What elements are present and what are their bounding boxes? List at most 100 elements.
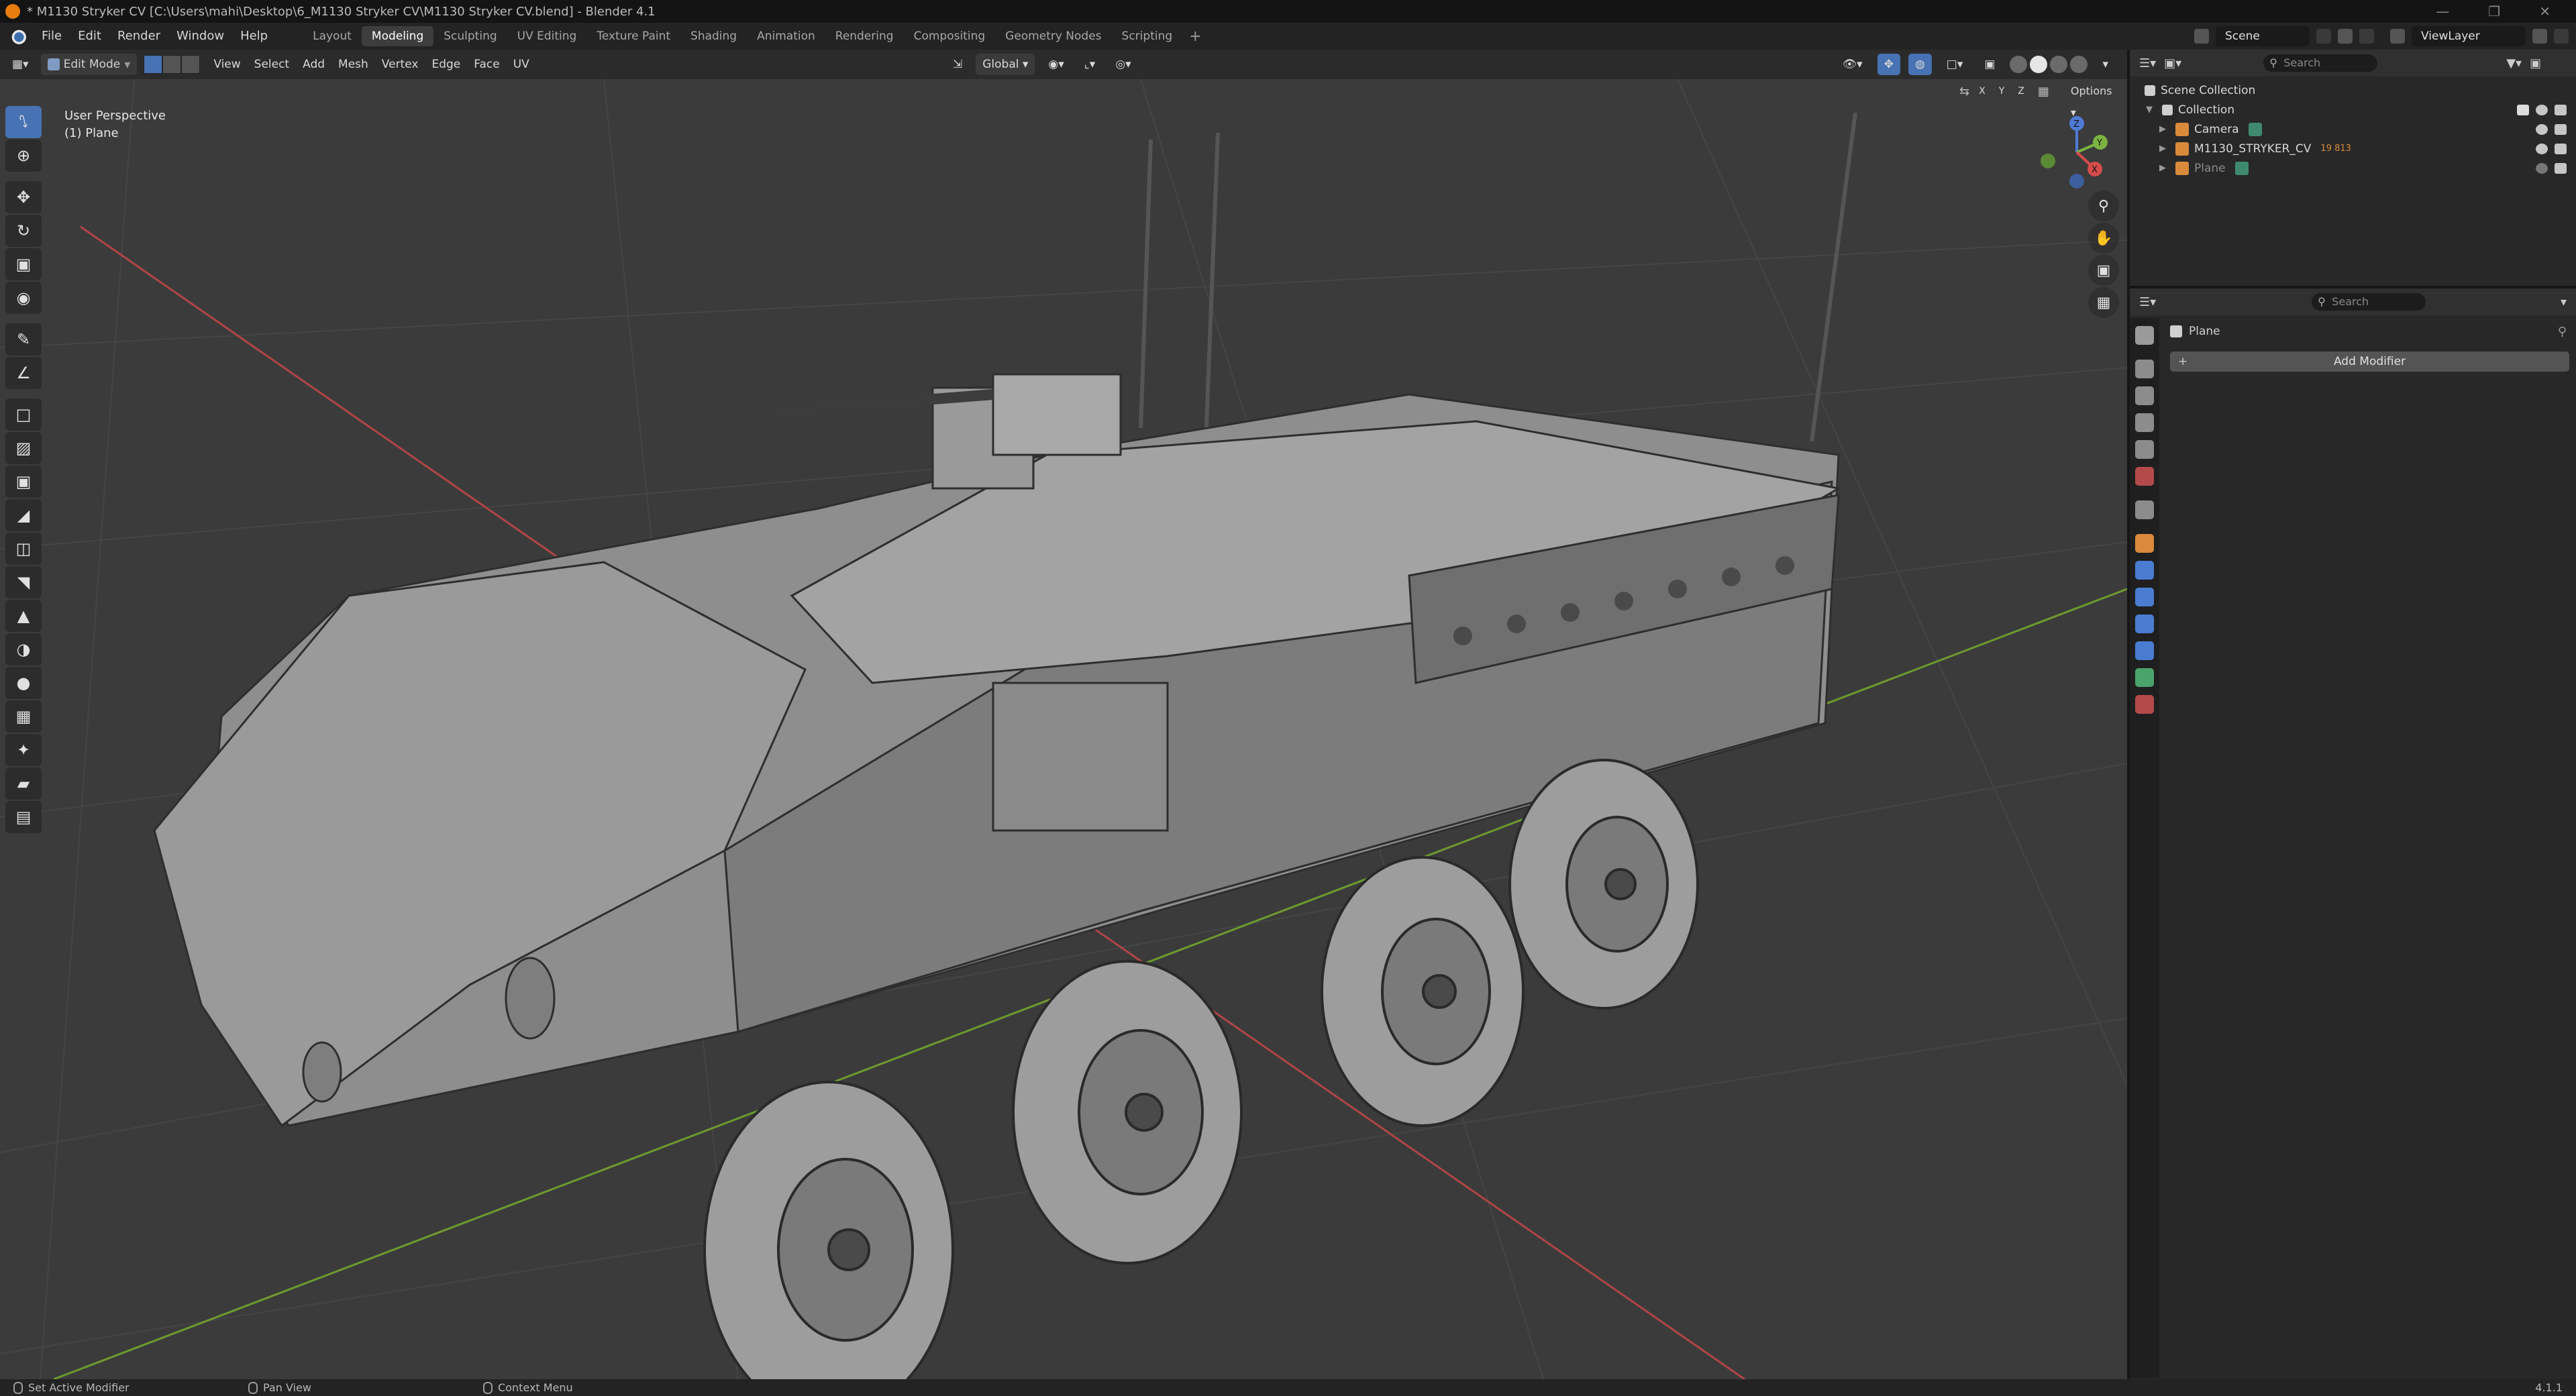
tab-rendering[interactable]: Rendering <box>825 26 904 46</box>
edge-select-icon[interactable] <box>162 55 182 74</box>
loop-cut-tool-icon[interactable]: ◫ <box>5 533 42 565</box>
knife-tool-icon[interactable]: ◥ <box>5 566 42 598</box>
collapse-icon[interactable]: ▼ <box>2146 105 2157 115</box>
options-dropdown[interactable]: Options ▾ <box>2064 80 2127 119</box>
delete-view-layer-icon[interactable] <box>2554 29 2569 44</box>
tab-layout[interactable]: Layout <box>303 26 362 46</box>
outliner-row-stryker[interactable]: ▶ M1130_STRYKER_CV 19 813 <box>2130 139 2576 158</box>
outliner-row-scene-collection[interactable]: Scene Collection <box>2130 80 2576 100</box>
modifier-tab-icon[interactable] <box>2135 561 2154 580</box>
exclude-checkbox[interactable] <box>2517 104 2529 115</box>
add-modifier-button[interactable]: + Add Modifier <box>2170 352 2569 372</box>
camera-render-icon[interactable] <box>2555 123 2567 135</box>
scene-tab-icon[interactable] <box>2135 440 2154 459</box>
editor-type-icon[interactable]: ▦▾ <box>5 54 36 75</box>
cursor-tool-icon[interactable]: ⊕ <box>5 140 42 172</box>
view-layer-selector[interactable]: ViewLayer <box>2412 26 2526 46</box>
properties-search-input[interactable]: ⚲ Search <box>2312 293 2426 311</box>
tool-tab-icon[interactable] <box>2135 326 2154 345</box>
constraints-tab-icon[interactable] <box>2135 641 2154 660</box>
scene-icon[interactable] <box>2194 29 2209 44</box>
solid-shading-icon[interactable] <box>2030 56 2048 73</box>
world-tab-icon[interactable] <box>2135 467 2154 486</box>
wireframe-shading-icon[interactable] <box>2010 56 2028 73</box>
close-icon[interactable]: ✕ <box>2539 3 2551 19</box>
menu-uv[interactable]: UV <box>507 54 536 75</box>
bevel-tool-icon[interactable]: ◢ <box>5 499 42 531</box>
measure-tool-icon[interactable]: ∠ <box>5 357 42 389</box>
camera-render-icon[interactable] <box>2555 143 2567 154</box>
mirror-axis-icon[interactable]: ⇆ <box>1959 85 1969 99</box>
material-tab-icon[interactable] <box>2135 695 2154 714</box>
menu-view[interactable]: View <box>207 54 247 75</box>
tab-shading[interactable]: Shading <box>680 26 747 46</box>
pin-icon[interactable]: ⚲ <box>2558 325 2567 339</box>
visibility-icon[interactable]: 👁▾ <box>1836 54 1869 75</box>
vertex-select-icon[interactable] <box>144 55 163 74</box>
outliner-row-camera[interactable]: ▶ Camera <box>2130 119 2576 139</box>
rip-region-tool-icon[interactable]: ▤ <box>5 801 42 833</box>
restore-icon[interactable]: ❐ <box>2488 3 2500 19</box>
minimize-icon[interactable]: — <box>2436 3 2449 19</box>
add-cube-tool-icon[interactable]: □ <box>5 398 42 431</box>
menu-face[interactable]: Face <box>467 54 506 75</box>
inset-tool-icon[interactable]: ▣ <box>5 466 42 498</box>
output-tab-icon[interactable] <box>2135 386 2154 405</box>
proportional-edit-icon[interactable]: ◎▾ <box>1109 54 1137 75</box>
face-select-icon[interactable] <box>181 55 201 74</box>
perspective-toggle-icon[interactable]: ▦ <box>2088 287 2119 318</box>
edge-slide-tool-icon[interactable]: ▦ <box>5 700 42 733</box>
mode-selector[interactable]: Edit Mode ▾ <box>40 54 138 75</box>
menu-file[interactable]: File <box>34 23 70 50</box>
camera-render-icon[interactable] <box>2555 162 2567 174</box>
new-collection-icon[interactable]: ▣ <box>2530 56 2541 70</box>
menu-mesh[interactable]: Mesh <box>331 54 375 75</box>
mesh-edit-overlay-icon[interactable]: □▾ <box>1940 54 1970 75</box>
pivot-point-icon[interactable]: ◉▾ <box>1041 54 1070 75</box>
overlay-toggle-icon[interactable]: ◍ <box>1908 54 1932 75</box>
scale-tool-icon[interactable]: ▣ <box>5 248 42 280</box>
tab-animation[interactable]: Animation <box>747 26 825 46</box>
3d-viewport[interactable]: User Perspective (1) Plane ⇆ X Y Z ▦ Opt… <box>0 79 2127 1379</box>
outliner-editor-icon[interactable]: ☰▾ <box>2139 56 2156 70</box>
menu-vertex[interactable]: Vertex <box>375 54 425 75</box>
spin-tool-icon[interactable]: ◑ <box>5 633 42 665</box>
physics-tab-icon[interactable] <box>2135 614 2154 633</box>
menu-render[interactable]: Render <box>109 23 168 50</box>
axis-z-toggle[interactable]: Z <box>2014 83 2028 99</box>
eye-icon[interactable] <box>2536 143 2548 154</box>
data-tab-icon[interactable] <box>2135 668 2154 687</box>
expand-icon[interactable]: ▶ <box>2159 124 2170 134</box>
rendered-shading-icon[interactable] <box>2070 56 2088 73</box>
pan-hand-icon[interactable]: ✋ <box>2088 223 2119 254</box>
extrude-tool-icon[interactable]: ▨ <box>5 432 42 464</box>
material-shading-icon[interactable] <box>2050 56 2068 73</box>
eye-icon[interactable] <box>2536 123 2548 135</box>
transform-tool-icon[interactable]: ◉ <box>5 282 42 314</box>
menu-select[interactable]: Select <box>248 54 296 75</box>
particles-tab-icon[interactable] <box>2135 588 2154 606</box>
tab-compositing[interactable]: Compositing <box>904 26 996 46</box>
blender-logo-icon[interactable] <box>9 28 27 45</box>
eye-icon[interactable] <box>2536 104 2548 115</box>
annotate-tool-icon[interactable]: ✎ <box>5 323 42 356</box>
tab-uv-editing[interactable]: UV Editing <box>507 26 587 46</box>
shrink-fatten-tool-icon[interactable]: ✦ <box>5 734 42 766</box>
axis-y-toggle[interactable]: Y <box>1994 83 2009 99</box>
view-layer-icon[interactable] <box>2390 29 2405 44</box>
transform-orientation-selector[interactable]: Global ▾ <box>976 54 1035 75</box>
tab-modeling[interactable]: Modeling <box>361 26 434 46</box>
render-tab-icon[interactable] <box>2135 360 2154 378</box>
select-box-tool-icon[interactable]: ⭛ <box>5 106 42 138</box>
tab-scripting[interactable]: Scripting <box>1112 26 1183 46</box>
tab-texture-paint[interactable]: Texture Paint <box>586 26 680 46</box>
pin-icon[interactable] <box>2316 29 2331 44</box>
tab-sculpting[interactable]: Sculpting <box>433 26 507 46</box>
filter-icon[interactable]: ▼▾ <box>2506 56 2522 70</box>
outliner-row-plane[interactable]: ▶ Plane <box>2130 158 2576 178</box>
object-tab-icon[interactable] <box>2135 534 2154 553</box>
zoom-icon[interactable]: ⚲ <box>2088 191 2119 221</box>
axis-x-toggle[interactable]: X <box>1975 83 1990 99</box>
snap-icon[interactable]: ⌞▾ <box>1078 54 1102 75</box>
shear-tool-icon[interactable]: ▰ <box>5 767 42 800</box>
